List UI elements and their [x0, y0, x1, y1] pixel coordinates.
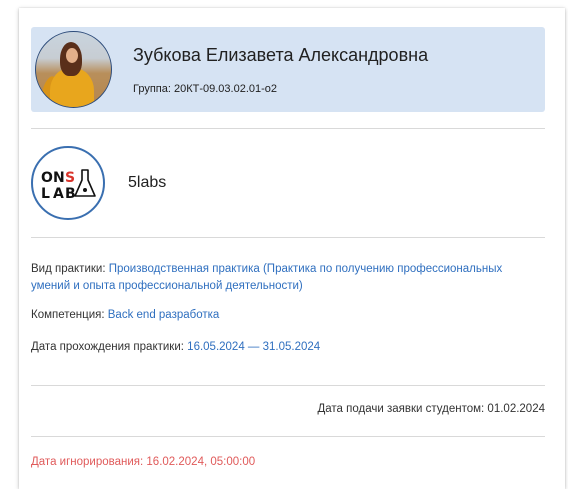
practice-dates: Дата прохождения практики: 16.05.2024 — …	[31, 339, 531, 356]
avatar	[35, 31, 112, 108]
practice-dates-label: Дата прохождения практики:	[31, 341, 184, 353]
student-header[interactable]: Зубкова Елизавета Александровна Группа: …	[31, 27, 545, 112]
svg-text:O: O	[41, 170, 53, 186]
divider	[31, 385, 545, 386]
svg-text:A: A	[53, 186, 64, 202]
company-name[interactable]: 5labs	[128, 174, 166, 192]
practice-dates-value: 16.05.2024 — 31.05.2024	[187, 341, 321, 353]
application-card: Зубкова Елизавета Александровна Группа: …	[19, 8, 565, 489]
lab-flask-icon: O N S L A B	[41, 169, 96, 202]
company-logo: O N S L A B	[31, 146, 105, 220]
divider	[31, 436, 545, 437]
practice-type: Вид практики: Производственная практика …	[31, 261, 531, 295]
divider	[31, 237, 545, 238]
practice-type-label: Вид практики:	[31, 263, 106, 275]
competence-label: Компетенция:	[31, 309, 105, 321]
divider	[31, 128, 545, 129]
competence-value: Back end разработка	[107, 309, 220, 321]
svg-text:N: N	[53, 170, 65, 186]
svg-text:L: L	[41, 186, 50, 202]
svg-text:B: B	[65, 186, 76, 202]
submission-date: Дата подачи заявки студентом: 01.02.2024	[317, 403, 545, 415]
ignore-date: Дата игнорирования: 16.02.2024, 05:00:00	[31, 456, 256, 468]
svg-text:S: S	[65, 170, 75, 186]
student-name: Зубкова Елизавета Александровна	[133, 45, 429, 65]
competence: Компетенция: Back end разработка	[31, 307, 531, 324]
student-group: Группа: 20КТ-09.03.02.01-о2	[133, 83, 278, 95]
